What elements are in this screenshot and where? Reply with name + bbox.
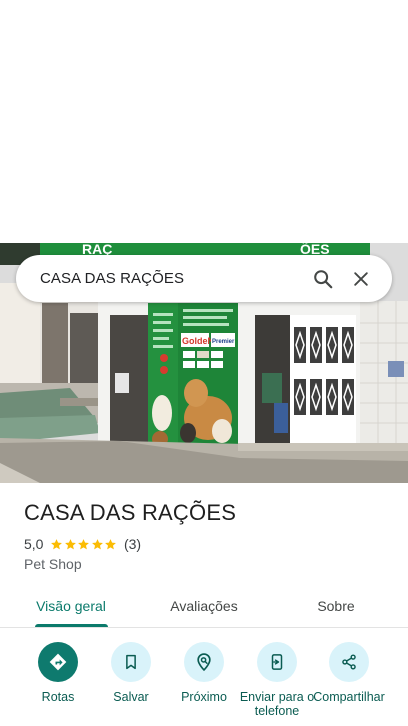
sign-brand-golden: GoldeN <box>182 336 214 346</box>
tab-bar: Visão geral Avaliações Sobre <box>0 584 408 628</box>
tab-about[interactable]: Sobre <box>300 584 372 628</box>
share-label: Compartilhar <box>313 690 385 704</box>
close-icon[interactable] <box>342 260 380 298</box>
rating-value: 5,0 <box>24 536 44 552</box>
rating-row[interactable]: 5,0 (3) <box>24 536 141 552</box>
nearby-icon <box>184 642 224 682</box>
send-to-phone-icon <box>257 642 297 682</box>
bookmark-icon <box>111 642 151 682</box>
place-screen: RAÇ ÕES GoldeN Premier CASA DAS RAÇÕES C… <box>0 0 408 726</box>
place-title: CASA DAS RAÇÕES <box>24 500 237 525</box>
send-to-phone-button[interactable]: Enviar para o telefone <box>238 642 316 718</box>
star-icon <box>92 538 103 549</box>
review-count: (3) <box>123 536 142 552</box>
nearby-label: Próximo <box>181 690 227 704</box>
directions-label: Rotas <box>41 690 75 704</box>
send-to-phone-label: Enviar para o telefone <box>239 690 315 718</box>
star-icon <box>51 538 63 549</box>
tab-overview[interactable]: Visão geral <box>26 584 116 628</box>
save-label: Salvar <box>113 690 149 704</box>
place-category: Pet Shop <box>24 556 82 572</box>
search-icon[interactable] <box>304 260 342 298</box>
tab-reviews[interactable]: Avaliações <box>158 584 250 628</box>
star-icon <box>105 538 117 549</box>
active-tab-indicator <box>35 624 108 627</box>
star-icon <box>65 538 76 549</box>
search-bar[interactable]: CASA DAS RAÇÕES <box>16 255 392 302</box>
share-button[interactable]: Compartilhar <box>310 642 388 704</box>
directions-icon <box>38 642 78 682</box>
sign-brand-premier: Premier <box>212 339 235 345</box>
save-button[interactable]: Salvar <box>92 642 170 704</box>
star-rating <box>50 538 118 551</box>
share-icon <box>329 642 369 682</box>
star-icon <box>78 538 90 549</box>
directions-button[interactable]: Rotas <box>19 642 97 704</box>
search-input[interactable]: CASA DAS RAÇÕES <box>40 270 304 287</box>
nearby-button[interactable]: Próximo <box>165 642 243 704</box>
